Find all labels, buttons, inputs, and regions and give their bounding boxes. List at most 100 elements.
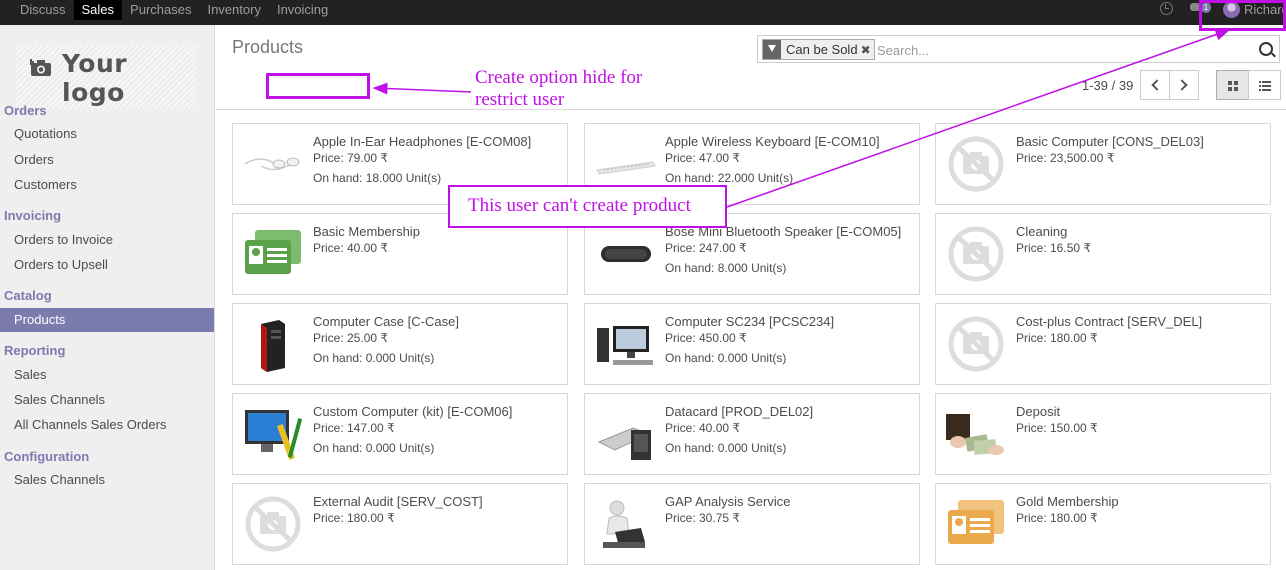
product-name: Custom Computer (kit) [E-COM06] [313, 404, 513, 419]
page-title: Products [232, 37, 304, 57]
no-image-image [944, 134, 1008, 194]
pager-previous-button[interactable] [1140, 70, 1170, 100]
product-card[interactable]: Datacard [PROD_DEL02] Price: 40.00 ₹ On ha… [584, 393, 920, 475]
menu-all-channels-sales-orders[interactable]: All Channels Sales Orders [0, 413, 214, 437]
activity-clock-icon[interactable] [1160, 2, 1173, 15]
product-name: Apple Wireless Keyboard [E-COM10] [665, 134, 880, 149]
menu-quotations[interactable]: Quotations [0, 122, 214, 146]
product-card[interactable]: Deposit Price: 150.00 ₹ [935, 393, 1271, 475]
menu-reporting-sales[interactable]: Sales [0, 363, 214, 387]
product-name: Computer Case [C-Case] [313, 314, 459, 329]
pager-next-button[interactable] [1169, 70, 1199, 100]
desktop-image [593, 314, 657, 374]
menu-orders-to-invoice[interactable]: Orders to Invoice [0, 228, 214, 252]
product-onhand: On hand: 0.000 Unit(s) [665, 351, 787, 365]
product-name: Deposit [1016, 404, 1061, 419]
computer-case-image [241, 314, 305, 374]
membership-green-image [241, 224, 305, 284]
annotation-cannot-create-box: This user can't create product [448, 185, 727, 228]
filter-icon [763, 40, 781, 59]
chevron-left-icon [1151, 79, 1163, 91]
facet-label: Can be Sold [786, 42, 858, 57]
product-price: Price: 147.00 ₹ [313, 421, 395, 435]
membership-orange-image [944, 494, 1008, 554]
menu-products[interactable]: Products [0, 308, 214, 332]
product-price: Price: 23,500.00 ₹ [1016, 151, 1115, 165]
section-catalog: Catalog [4, 288, 52, 303]
section-invoicing: Invoicing [4, 208, 62, 223]
chevron-right-icon [1176, 79, 1188, 91]
menu-config-sales-channels[interactable]: Sales Channels [0, 468, 214, 492]
no-image-image [944, 314, 1008, 374]
app-purchases[interactable]: Purchases [122, 0, 199, 20]
product-price: Price: 180.00 ₹ [1016, 511, 1098, 525]
product-price: Price: 47.00 ₹ [665, 151, 741, 165]
kanban-icon [1228, 81, 1238, 91]
product-price: Price: 40.00 ₹ [313, 241, 389, 255]
product-onhand: On hand: 8.000 Unit(s) [665, 261, 787, 275]
camera-icon [30, 59, 51, 76]
user-menu-highlight [1199, 0, 1286, 31]
product-card[interactable]: Basic Computer [CONS_DEL03] Price: 23,500… [935, 123, 1271, 205]
product-onhand: On hand: 0.000 Unit(s) [313, 441, 435, 455]
product-name: Cleaning [1016, 224, 1068, 239]
section-orders: Orders [4, 103, 47, 118]
product-card[interactable]: Cleaning Price: 16.50 ₹ [935, 213, 1271, 295]
product-card[interactable]: External Audit [SERV_COST] Price: 180.00 … [232, 483, 568, 565]
product-card[interactable]: Cost-plus Contract [SERV_DEL] Price: 180.… [935, 303, 1271, 385]
product-price: Price: 30.75 ₹ [665, 511, 741, 525]
product-name: Gold Membership [1016, 494, 1119, 509]
product-onhand: On hand: 0.000 Unit(s) [313, 351, 435, 365]
product-price: Price: 40.00 ₹ [665, 421, 741, 435]
facet-remove-icon[interactable]: ✖ [861, 43, 874, 57]
product-name: Cost-plus Contract [SERV_DEL] [1016, 314, 1203, 329]
product-name: Computer SC234 [PCSC234] [665, 314, 835, 329]
product-onhand: On hand: 0.000 Unit(s) [665, 441, 787, 455]
search-input[interactable] [877, 40, 1257, 60]
app-menu: Discuss Sales Purchases Inventory Invoic… [12, 0, 336, 25]
section-reporting: Reporting [4, 343, 66, 358]
sidebar: Your logo Orders Quotations Orders Custo… [0, 25, 215, 570]
list-icon [1259, 81, 1271, 91]
product-kanban: Apple In-Ear Headphones [E-COM08] Price: … [216, 111, 1286, 570]
speaker-image [593, 224, 657, 284]
no-image-image [241, 494, 305, 554]
app-invoicing[interactable]: Invoicing [269, 0, 336, 20]
app-discuss[interactable]: Discuss [12, 0, 74, 20]
product-card[interactable]: Computer SC234 [PCSC234] Price: 450.00 ₹ O… [584, 303, 920, 385]
app-inventory[interactable]: Inventory [199, 0, 268, 20]
product-price: Price: 16.50 ₹ [1016, 241, 1092, 255]
pager-value[interactable]: 1-39 / 39 [1082, 78, 1133, 93]
product-card[interactable]: Computer Case [C-Case] Price: 25.00 ₹ On h… [232, 303, 568, 385]
search-bar: Can be Sold ✖ [757, 35, 1280, 63]
menu-orders[interactable]: Orders [0, 148, 214, 172]
product-card[interactable]: Custom Computer (kit) [E-COM06] Price: 14… [232, 393, 568, 475]
section-configuration: Configuration [4, 449, 90, 464]
menu-reporting-sales-channels[interactable]: Sales Channels [0, 388, 214, 412]
app-sales[interactable]: Sales [73, 0, 123, 20]
product-price: Price: 150.00 ₹ [1016, 421, 1098, 435]
kanban-view-button[interactable] [1216, 70, 1249, 100]
product-name: Basic Computer [CONS_DEL03] [1016, 134, 1204, 149]
computer-kit-image [241, 404, 305, 464]
product-price: Price: 180.00 ₹ [313, 511, 395, 525]
datacard-image [593, 404, 657, 464]
product-name: Datacard [PROD_DEL02] [665, 404, 814, 419]
money-image [944, 404, 1008, 464]
laptop-figure-image [593, 494, 657, 554]
product-price: Price: 180.00 ₹ [1016, 331, 1098, 345]
list-view-button[interactable] [1248, 70, 1281, 100]
product-name: GAP Analysis Service [665, 494, 791, 509]
control-panel: Products Create option hide for restrict… [216, 25, 1286, 110]
no-image-image [944, 224, 1008, 284]
product-onhand: On hand: 22.000 Unit(s) [665, 171, 794, 185]
hidden-create-button-highlight [266, 73, 370, 99]
search-zoom-icon[interactable] [1259, 42, 1273, 56]
menu-orders-to-upsell[interactable]: Orders to Upsell [0, 253, 214, 277]
search-facet[interactable]: Can be Sold ✖ [762, 39, 875, 60]
product-card[interactable]: Gold Membership Price: 180.00 ₹ [935, 483, 1271, 565]
product-card[interactable]: GAP Analysis Service Price: 30.75 ₹ [584, 483, 920, 565]
product-name: Basic Membership [313, 224, 420, 239]
menu-customers[interactable]: Customers [0, 173, 214, 197]
annotation-create-hidden: Create option hide for restrict user [475, 67, 643, 110]
